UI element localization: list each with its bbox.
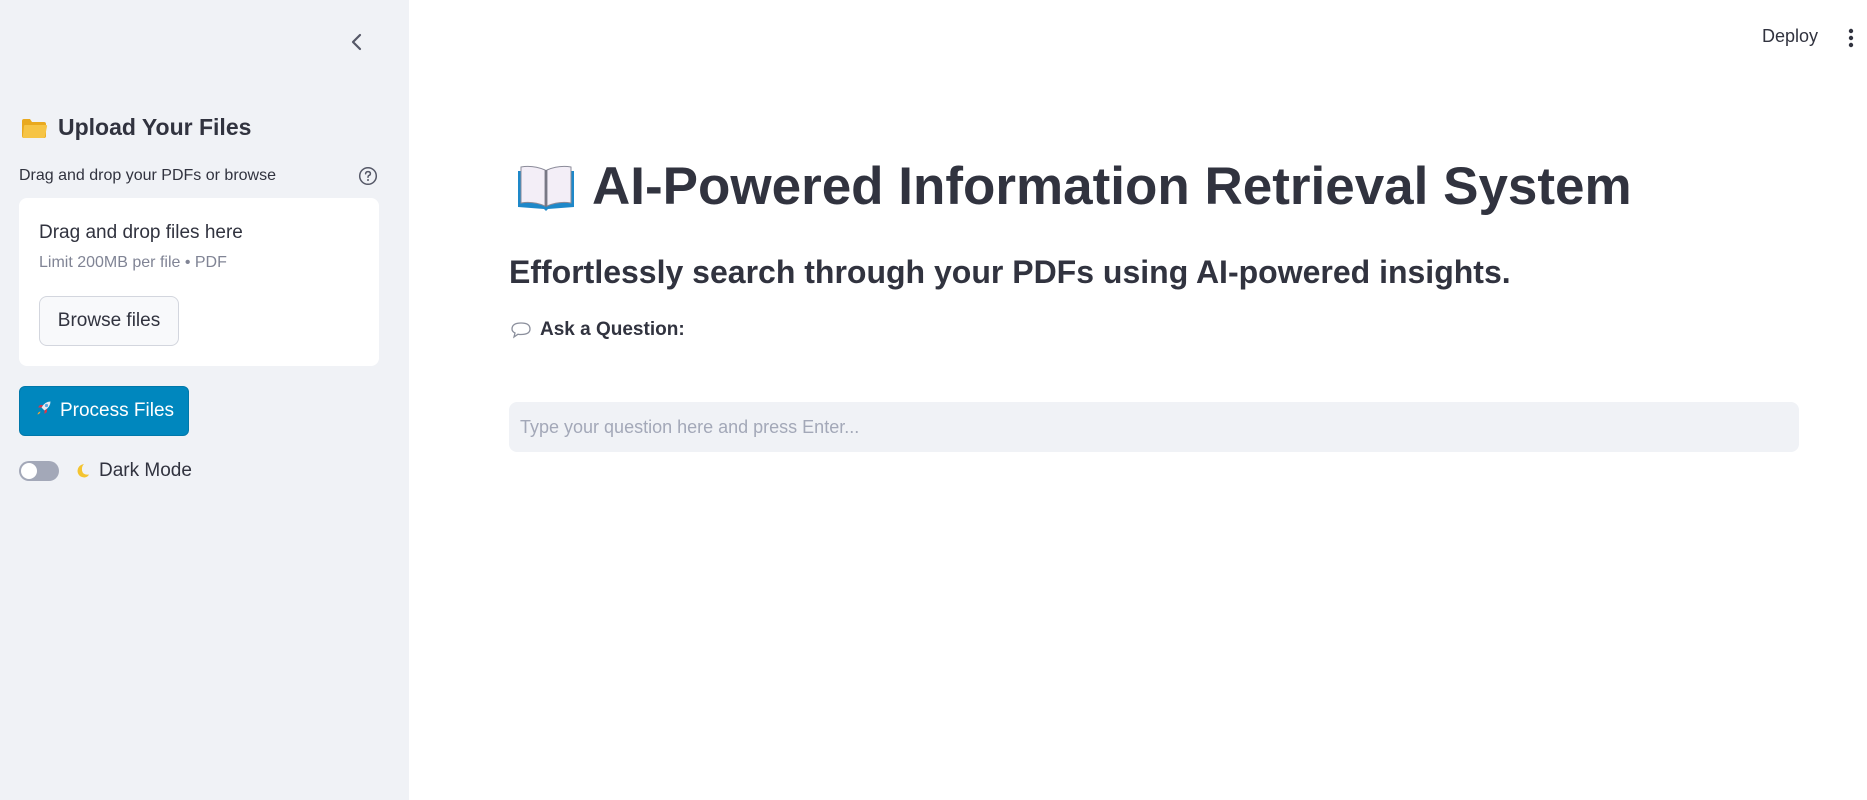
page-title: AI-Powered Information Retrieval System xyxy=(516,156,1632,217)
chevron-left-icon[interactable] xyxy=(343,28,371,56)
page-subtitle: Effortlessly search through your PDFs us… xyxy=(509,254,1511,290)
question-label: Ask a Question: xyxy=(510,319,685,341)
uploader-label: Drag and drop your PDFs or browse xyxy=(19,167,276,184)
question-input[interactable] xyxy=(509,402,1799,452)
rocket-icon xyxy=(34,398,54,424)
deploy-button[interactable]: Deploy xyxy=(1762,26,1818,47)
question-label-text: Ask a Question: xyxy=(540,319,685,340)
browse-files-button[interactable]: Browse files xyxy=(39,296,179,346)
dropzone-title: Drag and drop files here xyxy=(39,222,243,243)
kebab-menu-icon[interactable] xyxy=(1843,26,1859,50)
speech-bubble-icon xyxy=(510,321,532,339)
dark-mode-toggle[interactable] xyxy=(19,461,59,481)
open-book-icon xyxy=(516,161,576,213)
dark-mode-toggle-row: Dark Mode xyxy=(19,460,192,482)
app-root: Upload Your Files Drag and drop your PDF… xyxy=(0,0,1867,800)
sidebar: Upload Your Files Drag and drop your PDF… xyxy=(0,0,409,800)
question-circle-icon[interactable] xyxy=(358,166,378,186)
dark-mode-label: Dark Mode xyxy=(99,460,192,481)
toggle-knob xyxy=(21,463,37,479)
process-files-label: Process Files xyxy=(59,400,175,421)
file-dropzone[interactable]: Drag and drop files here Limit 200MB per… xyxy=(19,198,379,366)
folder-icon xyxy=(20,116,48,140)
moon-icon xyxy=(73,462,91,480)
page-title-text: AI-Powered Information Retrieval System xyxy=(592,157,1632,216)
sidebar-title-text: Upload Your Files xyxy=(58,114,252,140)
sidebar-title: Upload Your Files xyxy=(20,114,251,141)
process-files-button[interactable]: Process Files xyxy=(19,386,189,436)
dropzone-limit: Limit 200MB per file • PDF xyxy=(39,254,227,271)
